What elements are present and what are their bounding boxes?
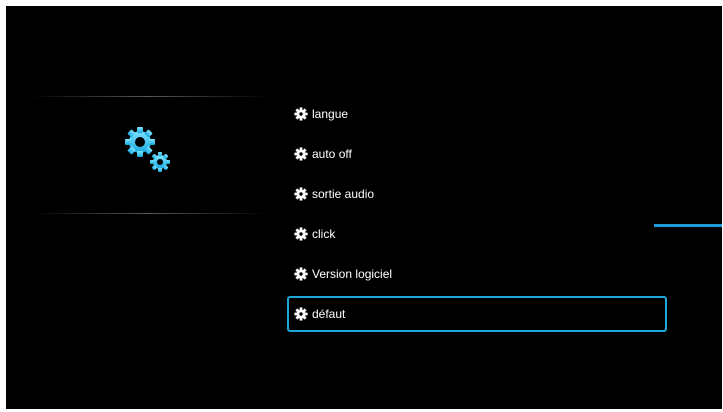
- menu-item-auto-off[interactable]: auto off: [287, 134, 667, 174]
- menu-item-sortie-audio[interactable]: sortie audio: [287, 174, 667, 214]
- menu-item-langue[interactable]: langue: [287, 94, 667, 134]
- settings-screen: langue auto off sortie audio click Versi…: [6, 6, 722, 409]
- menu-item-label: langue: [312, 107, 349, 121]
- gear-icon: [294, 147, 308, 161]
- menu-item-label: sortie audio: [312, 187, 375, 201]
- menu-item-label: click: [312, 227, 336, 241]
- gear-icon: [294, 267, 308, 281]
- scroll-indicator: [654, 224, 722, 227]
- menu-item-label: Version logiciel: [312, 267, 393, 281]
- menu-item-label: auto off: [312, 147, 352, 161]
- gear-icon: [294, 107, 308, 121]
- panel-divider-bottom: [30, 213, 268, 214]
- settings-header-panel: [30, 96, 268, 214]
- panel-divider-top: [30, 96, 268, 97]
- menu-item-version-logiciel[interactable]: Version logiciel: [287, 254, 667, 294]
- gear-icon: [294, 187, 308, 201]
- gears-icon: [125, 127, 170, 172]
- menu-item-label: défaut: [312, 307, 346, 321]
- menu-item-defaut[interactable]: défaut: [287, 296, 667, 332]
- settings-menu-list: langue auto off sortie audio click Versi…: [287, 94, 667, 332]
- gear-icon: [294, 227, 308, 241]
- gear-icon: [294, 307, 308, 321]
- menu-item-click[interactable]: click: [287, 214, 667, 254]
